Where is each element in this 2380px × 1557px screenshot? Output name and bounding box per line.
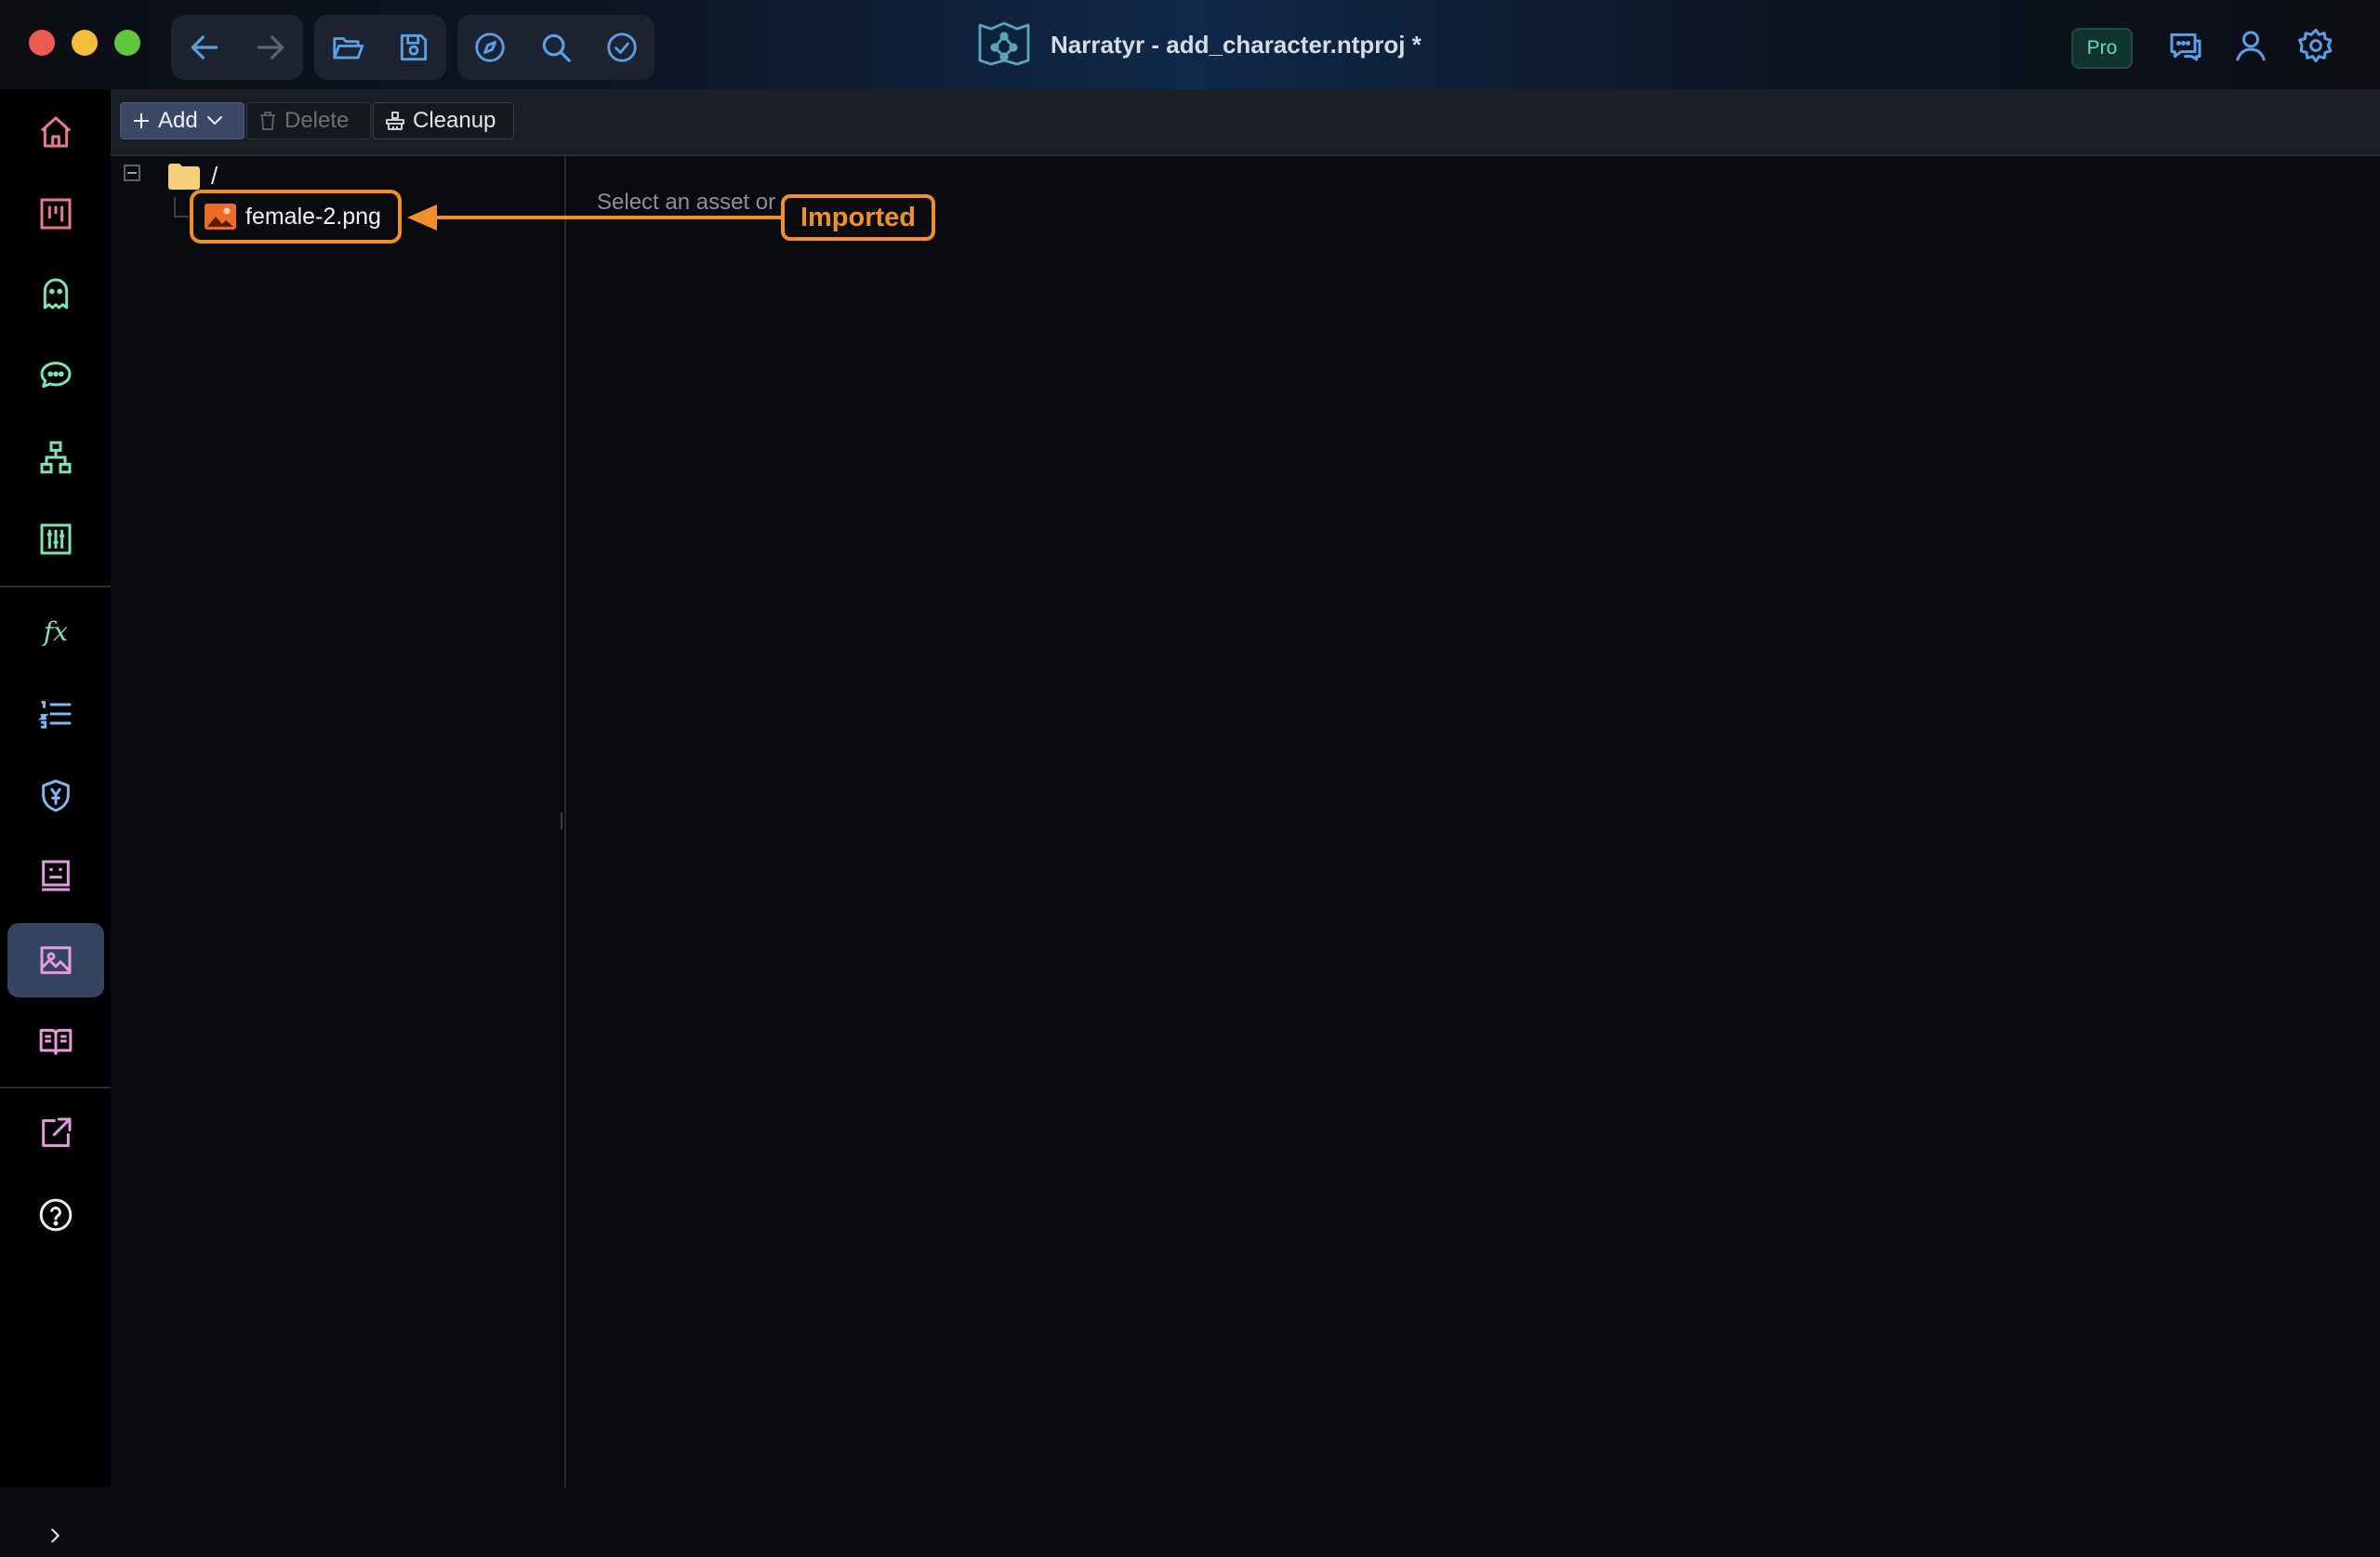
history-group bbox=[171, 15, 303, 80]
compass-icon bbox=[475, 33, 506, 62]
cleanup-icon bbox=[386, 112, 404, 130]
collapse-toggle[interactable] bbox=[124, 165, 140, 181]
forward-icon bbox=[257, 35, 284, 59]
asset-detail-panel: Select an asset or bbox=[566, 156, 2380, 1487]
plan-badge[interactable]: Pro bbox=[2071, 28, 2133, 69]
sidebar-item-assets[interactable] bbox=[7, 923, 104, 997]
function-icon: fx bbox=[42, 616, 68, 647]
export-icon bbox=[42, 1117, 72, 1147]
sidebar-item-functions[interactable]: fx bbox=[7, 595, 104, 669]
sidebar-item-board[interactable] bbox=[7, 177, 104, 251]
user-icon bbox=[2236, 31, 2266, 61]
annotation-label: Imported bbox=[781, 194, 935, 241]
annotation-arrow bbox=[407, 205, 781, 231]
navigate-button[interactable] bbox=[462, 20, 518, 75]
sidebar-item-lists[interactable] bbox=[7, 677, 104, 751]
home-icon bbox=[41, 116, 71, 148]
delete-button[interactable]: Delete bbox=[246, 102, 371, 139]
numbered-list-icon bbox=[38, 701, 72, 729]
settings-button[interactable] bbox=[2294, 24, 2337, 67]
sidebar-item-notes[interactable] bbox=[7, 838, 104, 913]
window-title: Narratyr - add_character.ntproj * bbox=[976, 19, 1421, 71]
window-minimize-button[interactable] bbox=[72, 30, 98, 56]
sidebar-separator bbox=[0, 1087, 111, 1089]
kanban-board-icon bbox=[40, 198, 72, 230]
ghost-icon bbox=[43, 278, 69, 310]
delete-button-label: Delete bbox=[284, 108, 350, 133]
dialogue-icon bbox=[40, 362, 72, 389]
sidebar-item-export[interactable] bbox=[7, 1096, 104, 1170]
feedback-button[interactable] bbox=[2164, 24, 2207, 67]
open-folder-icon bbox=[332, 37, 364, 59]
plus-icon bbox=[134, 113, 149, 128]
tools-group bbox=[457, 15, 654, 80]
sidebar-item-documentation[interactable] bbox=[7, 1004, 104, 1078]
open-project-button[interactable] bbox=[320, 20, 376, 75]
cleanup-button-label: Cleanup bbox=[413, 108, 496, 133]
chevron-down-icon bbox=[206, 116, 222, 125]
sidebar-item-home[interactable] bbox=[7, 95, 104, 169]
hierarchy-icon bbox=[40, 441, 72, 474]
svg-text:fx: fx bbox=[42, 616, 68, 647]
chevron-right-icon bbox=[51, 1528, 60, 1543]
add-button-label: Add bbox=[158, 108, 198, 133]
tree-item-label: female-2.png bbox=[245, 203, 381, 230]
book-icon bbox=[39, 1028, 73, 1055]
sidebar-item-dialogues[interactable] bbox=[7, 338, 104, 413]
image-file-icon bbox=[205, 204, 236, 230]
back-button[interactable] bbox=[177, 20, 232, 75]
window-title-text: Narratyr - add_character.ntproj * bbox=[1051, 30, 1421, 59]
forward-button[interactable] bbox=[243, 20, 298, 75]
save-button[interactable] bbox=[386, 20, 442, 75]
window-close-button[interactable] bbox=[29, 30, 55, 56]
app-logo-icon bbox=[978, 21, 1030, 66]
asset-toolbar: Add Delete Cleanup bbox=[111, 89, 2380, 156]
tree-connector bbox=[174, 197, 189, 218]
tree-root[interactable]: / bbox=[168, 162, 218, 191]
window-maximize-button[interactable] bbox=[114, 30, 140, 56]
account-button[interactable] bbox=[2229, 24, 2272, 67]
currency-shield-icon bbox=[42, 779, 70, 812]
sidebar-separator bbox=[0, 586, 111, 587]
asset-tree: / female-2.png bbox=[111, 156, 566, 1487]
trash-icon bbox=[260, 112, 275, 130]
sidebar-item-help[interactable] bbox=[7, 1178, 104, 1252]
back-icon bbox=[191, 35, 218, 59]
search-button[interactable] bbox=[528, 20, 584, 75]
sidebar-item-characters[interactable] bbox=[7, 257, 104, 331]
sliders-icon bbox=[40, 523, 72, 555]
search-icon bbox=[542, 33, 571, 62]
chat-icon bbox=[2170, 33, 2202, 61]
notes-icon bbox=[42, 860, 70, 891]
sidebar-item-variables[interactable] bbox=[7, 502, 104, 576]
help-icon bbox=[39, 1198, 73, 1232]
sidebar-item-structure[interactable] bbox=[7, 420, 104, 495]
validate-button[interactable] bbox=[594, 20, 650, 75]
tree-item-asset[interactable]: female-2.png bbox=[190, 190, 402, 244]
file-group bbox=[314, 15, 446, 80]
tree-root-label: / bbox=[211, 162, 218, 190]
sidebar-item-economy[interactable] bbox=[7, 759, 104, 833]
save-icon bbox=[400, 33, 427, 61]
gear-icon bbox=[2298, 28, 2333, 63]
image-icon bbox=[40, 946, 72, 974]
check-circle-icon bbox=[606, 33, 637, 62]
cleanup-button[interactable]: Cleanup bbox=[373, 102, 514, 139]
title-bar: Narratyr - add_character.ntproj * Pro bbox=[0, 0, 2380, 89]
add-button[interactable]: Add bbox=[120, 102, 245, 139]
folder-icon bbox=[168, 163, 200, 190]
sidebar: fx bbox=[0, 89, 111, 1543]
expand-sidebar-button[interactable] bbox=[33, 1514, 76, 1557]
